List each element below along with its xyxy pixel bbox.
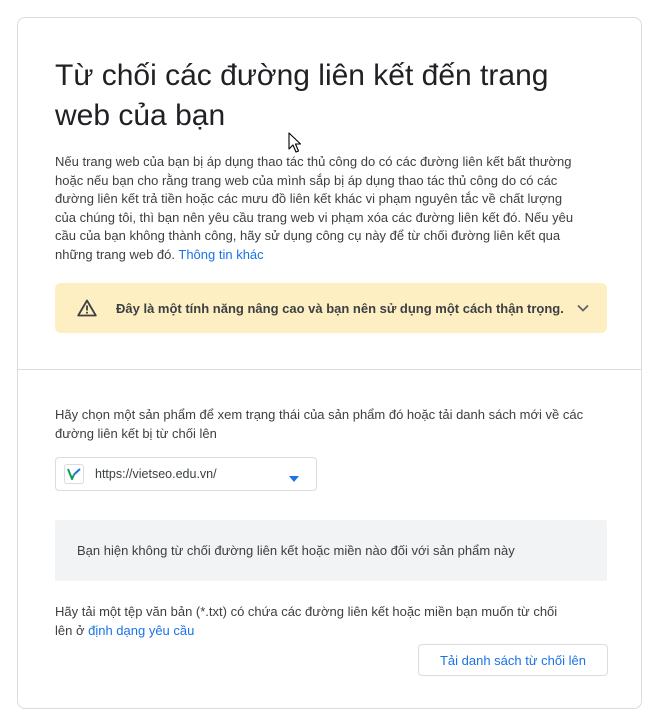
more-info-link[interactable]: Thông tin khác <box>178 247 263 262</box>
advanced-feature-warning[interactable]: Đây là một tính năng nâng cao và bạn nên… <box>55 283 607 333</box>
upload-disavow-list-button[interactable]: Tải danh sách từ chối lên <box>418 644 608 676</box>
disavow-card: Từ chối các đường liên kết đến trang web… <box>17 17 642 709</box>
chevron-down-icon[interactable] <box>571 296 595 320</box>
disavow-status-box: Bạn hiện không từ chối đường liên kết ho… <box>55 520 607 581</box>
site-favicon-icon <box>64 464 84 484</box>
property-prompt: Hãy chọn một sản phẩm để xem trạng thái … <box>55 407 584 441</box>
property-selector[interactable]: https://vietseo.edu.vn/ <box>55 457 317 491</box>
disavow-status-text: Bạn hiện không từ chối đường liên kết ho… <box>77 543 515 558</box>
upload-instructions: Hãy tải một tệp văn bản (*.txt) có chứa … <box>55 602 575 640</box>
warning-text: Đây là một tính năng nâng cao và bạn nên… <box>116 300 564 316</box>
dropdown-arrow-icon[interactable] <box>288 470 300 482</box>
selected-property-url: https://vietseo.edu.vn/ <box>95 467 217 481</box>
section-divider <box>18 369 641 370</box>
warning-triangle-icon <box>75 296 99 320</box>
description-text: Nếu trang web của bạn bị áp dụng thao tá… <box>55 154 574 262</box>
page-title: Từ chối các đường liên kết đến trang web… <box>55 59 549 132</box>
page-description: Nếu trang web của bạn bị áp dụng thao tá… <box>55 153 585 264</box>
format-link[interactable]: định dạng yêu cầu <box>88 623 194 638</box>
